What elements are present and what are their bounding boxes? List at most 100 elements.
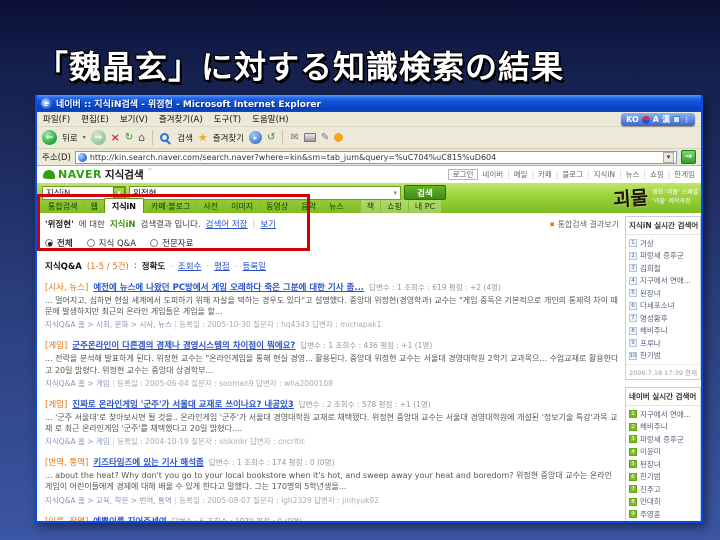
result-stats: 답변수 : 1 조회수 : 174 평점 : 0 (0명)	[209, 457, 335, 468]
messenger-button[interactable]	[334, 133, 343, 142]
result-breadcrumb[interactable]: 지식Q&A 홈 > 교육, 학문 > 번역, 통역	[45, 496, 172, 505]
keyword-item[interactable]: 9프루나	[629, 337, 697, 350]
print-button[interactable]	[304, 133, 316, 142]
keyword-item[interactable]: 1지구에서 연애...	[629, 408, 697, 421]
promo-caption-line2[interactable]: '괴물' 제작과정	[652, 198, 698, 206]
sort-accuracy[interactable]: 정확도	[142, 260, 165, 272]
back-button-label[interactable]: 뒤로	[62, 132, 78, 144]
header-link-cafe[interactable]: 카페	[531, 169, 551, 180]
favorites-star-icon[interactable]	[198, 131, 208, 144]
promo-movie-title[interactable]: 괴물	[613, 184, 649, 211]
address-input[interactable]: http://kin.search.naver.com/search.naver…	[75, 151, 677, 164]
ie-window: 네이버 :: 지식iN검색 - 위정현 - Microsoft Internet…	[35, 95, 703, 523]
keyword-item[interactable]: 7명성황후	[629, 312, 697, 325]
promo-caption-line1[interactable]: 영화 '괴물' 스페셜	[652, 189, 698, 197]
result-meta: 등록일 : 2005-08-07 질문자 : lgh2329 답변자 : jin…	[174, 496, 379, 505]
promo-caption: 영화 '괴물' 스페셜 '괴물' 제작과정	[652, 189, 698, 205]
header-link-mail[interactable]: 메일	[507, 169, 527, 180]
keyword-item[interactable]: 10한기범	[629, 350, 697, 363]
colon: :	[134, 261, 137, 271]
tab-book[interactable]: 책	[360, 200, 380, 213]
back-button[interactable]	[42, 130, 57, 145]
header-link-news[interactable]: 뉴스	[619, 169, 639, 180]
hanja-key-label[interactable]: 漢	[662, 114, 670, 125]
keyword-item[interactable]: 2파랑새 증후군	[629, 250, 697, 263]
result-title-link[interactable]: 키즈타임즈에 있는 기사 해석좀	[93, 456, 204, 468]
result-title-link[interactable]: 예전에 뉴스에 나왔던 PC방에서 게임 오래하다 죽은 그분에 대한 기사 좀…	[93, 281, 364, 293]
forward-button[interactable]	[91, 130, 106, 145]
mail-button[interactable]	[290, 132, 298, 143]
home-button[interactable]	[138, 131, 145, 144]
result-title-link[interactable]: 군주온라인이 다른겜의 경제나 경영시스템의 차이점이 뭐에요?	[72, 339, 295, 351]
header-link-naver[interactable]: 네이버	[482, 169, 503, 180]
favorites-button-label[interactable]: 즐겨찾기	[213, 132, 244, 144]
menu-view[interactable]: 보기(V)	[120, 113, 148, 125]
keyword-item[interactable]: 6다세포소녀	[629, 300, 697, 313]
header-link-kin[interactable]: 지식iN	[587, 169, 615, 180]
result-stats: 답변수 : 1 조회수 : 436 평점 : +1 (1명)	[300, 340, 432, 351]
keyword-item[interactable]: 1거상	[629, 237, 697, 250]
ime-mode-label[interactable]: A	[653, 115, 659, 124]
menu-help[interactable]: 도움말(H)	[252, 113, 288, 125]
service-title[interactable]: 지식검색	[105, 167, 144, 182]
naver-logo[interactable]: NAVER	[58, 168, 102, 181]
sort-date[interactable]: 등록일	[235, 260, 266, 272]
menu-favorites[interactable]: 즐겨찾기(A)	[159, 113, 203, 125]
address-dropdown-icon[interactable]: ▾	[663, 152, 674, 163]
menu-tools[interactable]: 도구(T)	[214, 113, 241, 125]
result-stats: 답변수 : 6 조회수 : 1970 평점 : 0 (0명)	[172, 516, 302, 522]
go-button[interactable]	[681, 150, 696, 164]
keyword-item[interactable]: 8안대희	[629, 496, 697, 509]
result-title-link[interactable]: 진짜로 온라인게임 '군주'가 서울대 교재로 쓰이나요? 내공있3	[72, 398, 294, 410]
result-breadcrumb[interactable]: 지식Q&A 홈 > 사회, 문화 > 시사, 뉴스	[45, 320, 172, 329]
header-link-shopping[interactable]: 쇼핑	[643, 169, 663, 180]
keyword-item[interactable]: 2헤비주니	[629, 421, 697, 434]
keyword-item[interactable]: 6한기범	[629, 471, 697, 484]
tab-shopping[interactable]: 쇼핑	[380, 200, 408, 213]
result-meta: 등록일 : 2005-10-30 질문자 : hq4343 답변자 : mich…	[174, 320, 381, 329]
keyword-item[interactable]: 3파랑새 증후군	[629, 433, 697, 446]
login-button[interactable]: 로그인	[448, 169, 479, 180]
address-url[interactable]: http://kin.search.naver.com/search.naver…	[90, 153, 496, 162]
search-button-label[interactable]: 검색	[177, 132, 193, 144]
korean-ime-icon[interactable]	[642, 116, 650, 124]
promo-banner[interactable]: 괴물 영화 '괴물' 스페셜 '괴물' 제작과정	[613, 184, 698, 211]
window-titlebar[interactable]: 네이버 :: 지식iN검색 - 위정현 - Microsoft Internet…	[37, 95, 701, 112]
keyword-item[interactable]: 5된장녀	[629, 458, 697, 471]
result-breadcrumb[interactable]: 지식Q&A 홈 > 게임	[45, 379, 110, 388]
tab-news[interactable]: 뉴스	[322, 200, 350, 213]
langbar-grip-icon[interactable]: ⋮	[683, 116, 690, 124]
keyword-item[interactable]: 10엄기준	[629, 521, 697, 522]
back-dropdown-icon[interactable]: ▾	[83, 134, 86, 141]
keyword-item[interactable]: 7진주고	[629, 483, 697, 496]
ime-locale-label[interactable]: KO	[626, 115, 639, 124]
keyword-item[interactable]: 4지구에서 연애...	[629, 275, 697, 288]
sort-views[interactable]: 조회수	[170, 260, 201, 272]
menu-file[interactable]: 파일(F)	[43, 113, 70, 125]
refresh-button[interactable]	[125, 132, 133, 143]
keyword-item[interactable]: 4이윤미	[629, 446, 697, 459]
ime-language-bar[interactable]: KO A 漢 ⋮	[621, 113, 695, 126]
keyword-item[interactable]: 5된장녀	[629, 287, 697, 300]
query-dropdown-icon[interactable]: ▾	[393, 189, 397, 197]
header-link-hangame[interactable]: 한게임	[668, 169, 695, 180]
rank-badge: 9	[629, 510, 637, 518]
trademark-mark: ™	[147, 168, 153, 175]
tab-my-pc[interactable]: 내 PC	[408, 200, 441, 213]
search-icon[interactable]	[160, 133, 169, 142]
keyword-item[interactable]: 9주영훈	[629, 508, 697, 521]
history-button[interactable]	[267, 132, 275, 143]
stop-button[interactable]	[111, 131, 120, 144]
result-title-link[interactable]: 예쁜이름 지어주세여	[93, 515, 166, 522]
keyword-item[interactable]: 8헤비주니	[629, 325, 697, 338]
sort-rating[interactable]: 평점	[206, 260, 229, 272]
media-button[interactable]	[249, 131, 262, 144]
edit-button[interactable]	[321, 132, 329, 143]
ime-settings-icon[interactable]	[673, 116, 680, 123]
keyword-item[interactable]: 3김희철	[629, 262, 697, 275]
header-link-blog[interactable]: 블로그	[556, 169, 583, 180]
ie-logo-icon	[41, 98, 52, 109]
result-breadcrumb[interactable]: 지식Q&A 홈 > 게임	[45, 437, 110, 446]
integrated-results-link[interactable]: ▪ 통합검색 결과보기	[550, 219, 619, 230]
menu-edit[interactable]: 편집(E)	[81, 113, 109, 125]
